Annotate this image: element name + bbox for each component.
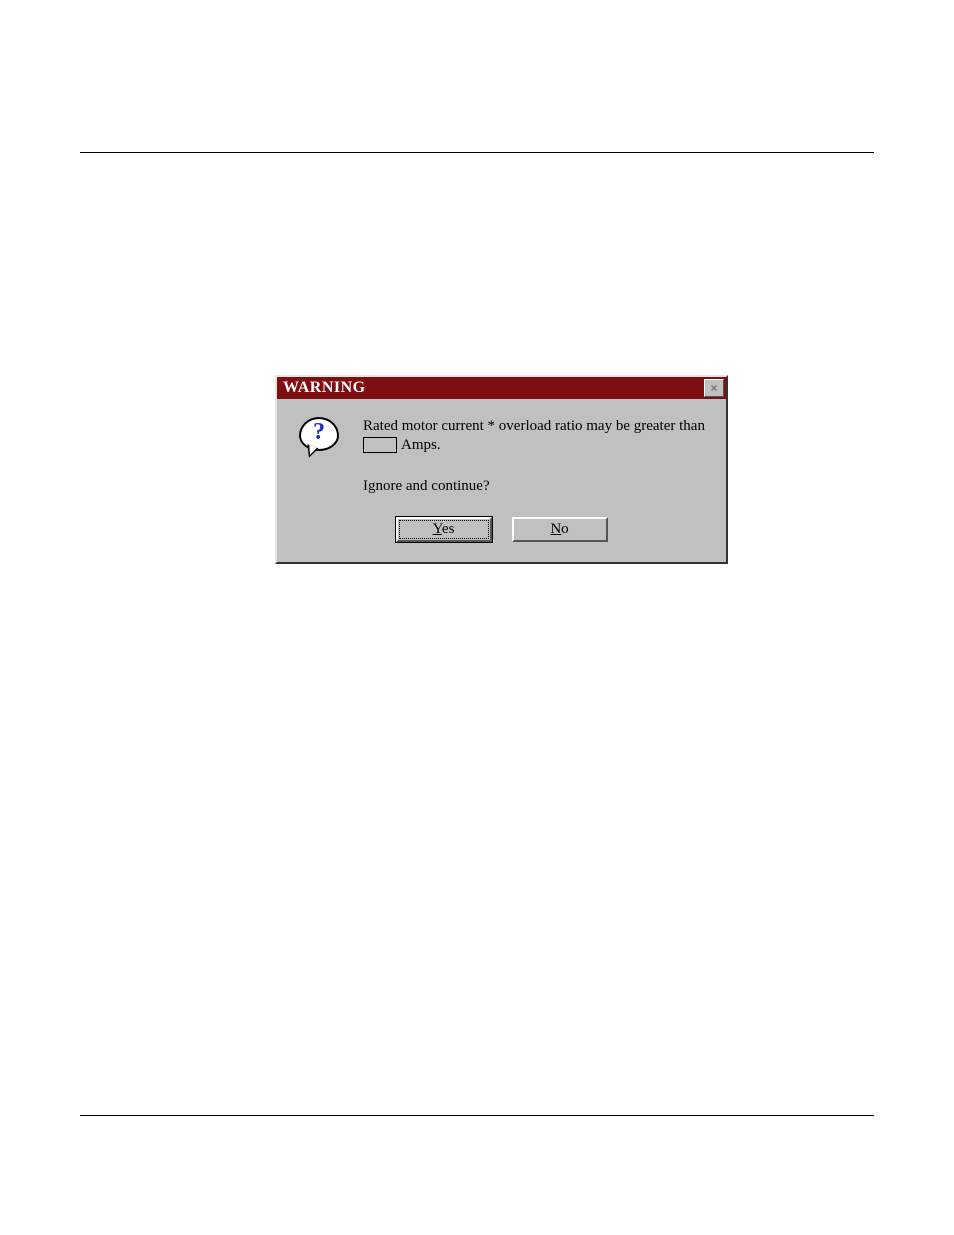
no-rest: o <box>561 521 569 537</box>
warning-dialog: WARNING × ? Rated motor current * overlo… <box>275 375 728 564</box>
question-icon: ? <box>299 417 339 457</box>
close-button[interactable]: × <box>704 379 724 397</box>
dialog-title: WARNING <box>283 379 366 397</box>
message-block: Rated motor current * overload ratio may… <box>363 417 712 495</box>
yes-rest: es <box>442 521 455 537</box>
dialog-body: ? Rated motor current * overload ratio m… <box>277 399 726 552</box>
yes-button[interactable]: Yes <box>396 517 492 542</box>
message-line-3: Ignore and continue? <box>363 477 712 496</box>
horizontal-rule-top <box>80 152 874 153</box>
amps-suffix: Amps. <box>401 436 441 455</box>
message-line-2: Amps. <box>363 436 712 455</box>
titlebar: WARNING × <box>277 377 726 399</box>
page: WARNING × ? Rated motor current * overlo… <box>0 0 954 1235</box>
message-line-1: Rated motor current * overload ratio may… <box>363 417 712 436</box>
no-hotkey: N <box>550 521 561 537</box>
yes-hotkey: Y <box>433 521 442 537</box>
amps-value-box <box>363 437 397 453</box>
no-button[interactable]: No <box>512 517 608 542</box>
button-row: Yes No <box>291 517 712 542</box>
question-mark-glyph: ? <box>301 417 337 447</box>
horizontal-rule-bottom <box>80 1115 874 1116</box>
close-icon: × <box>710 381 717 395</box>
